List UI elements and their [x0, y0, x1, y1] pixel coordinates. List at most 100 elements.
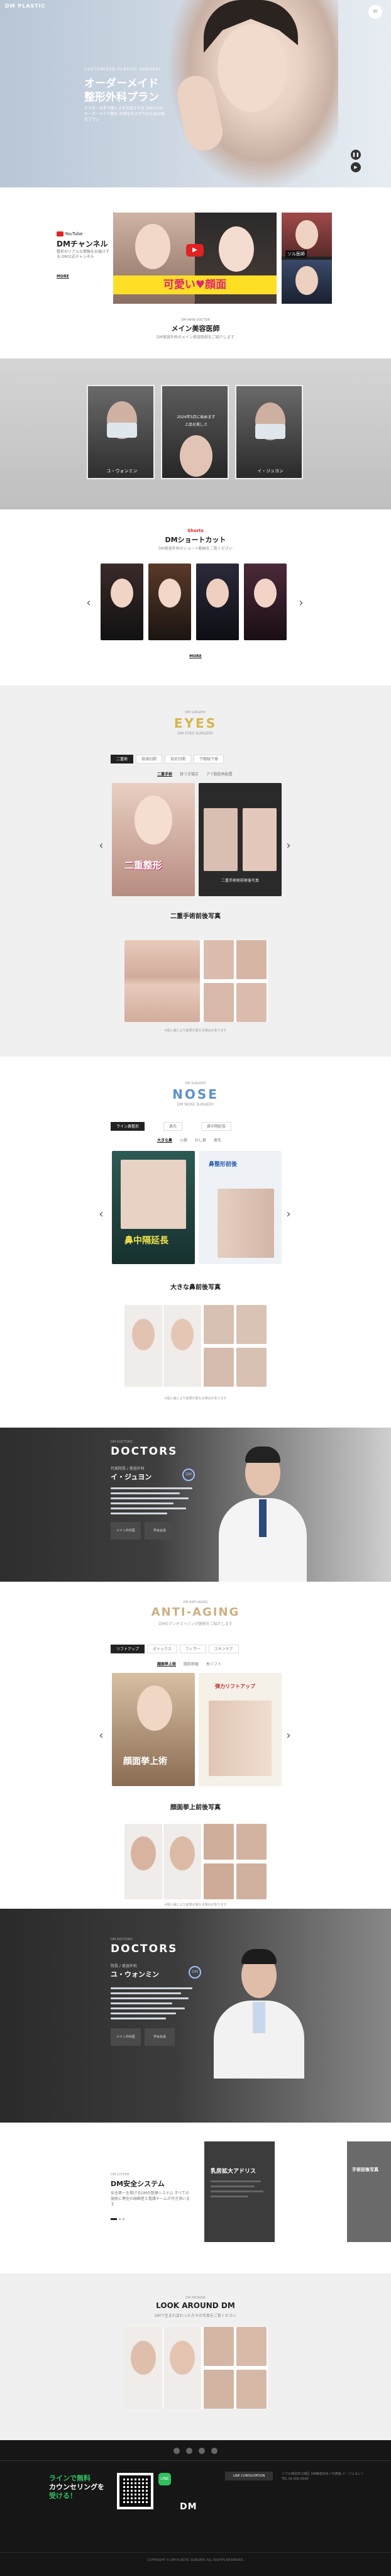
side-thumb-face-top [295, 220, 318, 249]
instagram-icon[interactable] [186, 2448, 192, 2454]
blog-icon[interactable] [211, 2448, 218, 2454]
eyes-subtab-1[interactable]: 二重手術 [157, 771, 172, 777]
career-line [111, 2002, 172, 2004]
eyes-card-1[interactable]: 二重整形 [112, 783, 195, 896]
anti-ba-side-1 [204, 1824, 234, 1860]
system-page-dot-active[interactable] [111, 2218, 117, 2220]
anti-tab-2[interactable]: ボトックス [147, 1645, 177, 1653]
short-thumb-2[interactable] [148, 564, 191, 640]
youtube-side-thumbnail[interactable]: ソル医師 [282, 213, 332, 304]
doctor2-badge-icon: DM [189, 1966, 201, 1979]
nose-tab-2[interactable]: 鼻先 [163, 1122, 183, 1131]
anti-card-2[interactable]: 弾力リフトアップ [199, 1673, 282, 1786]
anti-ba-grid [124, 1824, 268, 1899]
hero-eyebrow: CUSTOMIZED PLASTIC SURGERY [84, 67, 162, 72]
nose-tab-1[interactable]: ライン鼻整形 [111, 1122, 145, 1131]
anti-tab-3[interactable]: フィラー [179, 1645, 206, 1653]
doctor2-photo [209, 1934, 309, 2079]
twitter-icon[interactable] [199, 2448, 205, 2454]
doctor1-title: DOCTORS [111, 1445, 178, 1458]
footer-logo[interactable]: DM [180, 2502, 197, 2512]
hero-model-photo [168, 0, 338, 187]
footer-bottom-divider [0, 2552, 391, 2553]
shorts-logo: Shorts [187, 528, 204, 533]
system-doc-card-2[interactable]: 手術前後写真 [347, 2141, 391, 2242]
career-line [111, 1492, 180, 1494]
shorts-more-link[interactable]: MORE [0, 654, 391, 658]
doctor-card-3[interactable]: イ・ジュヨン [235, 385, 303, 479]
footer-contact-button[interactable]: LINE CONSULTATION [225, 2472, 273, 2480]
eyes-tab-4[interactable]: 下眼瞼下垂 [194, 755, 224, 763]
eyes-tab-1[interactable]: 二重術 [111, 755, 134, 763]
anti-tab-4[interactable]: スキンケア [208, 1645, 239, 1653]
lookaround-eyebrow: DM PROMISE [185, 2296, 206, 2300]
short-thumb-1[interactable] [101, 564, 143, 640]
nose-next-arrow[interactable]: › [282, 1208, 295, 1221]
eyes-tab-3[interactable]: 目尻切開 [165, 755, 192, 763]
eyes-prev-arrow[interactable]: ‹ [94, 839, 108, 853]
qr-pattern-icon [119, 2475, 151, 2507]
anti-next-arrow[interactable]: › [282, 1729, 295, 1743]
career-line [111, 2018, 166, 2019]
youtube-more-link[interactable]: MORE [57, 274, 69, 279]
short-thumb-3-face [206, 579, 229, 608]
system-title: DM安全システム [111, 2180, 165, 2188]
youtube-icon[interactable] [173, 2448, 180, 2454]
shorts-next-arrow[interactable]: › [294, 596, 308, 610]
system-doc-card-1[interactable]: 乳房拡大アドリス [204, 2141, 275, 2242]
eyes-card-2[interactable]: 二重手術術前術後写真 [199, 783, 282, 896]
doctor-card-1[interactable]: ユ・ウォンミン [87, 385, 155, 479]
line-chat-icon[interactable]: LINE [158, 2473, 171, 2485]
nose-card-2[interactable]: 鼻整形前後 [199, 1151, 282, 1264]
shorts-prev-arrow[interactable]: ‹ [82, 596, 96, 610]
nose-prev-arrow[interactable]: ‹ [94, 1208, 108, 1221]
eyes-subtab-3[interactable]: アイ脂肪再配置 [206, 771, 233, 777]
anti-subtab-1[interactable]: 顔面挙上術 [157, 1661, 176, 1667]
lookaround-after-face [170, 2341, 195, 2375]
doctor1-card-b: 学会会員 [145, 1522, 175, 1540]
nose-subtab-4[interactable]: 鼻先 [214, 1137, 221, 1143]
nose-tab-bar: ライン鼻整形 鼻先 鼻中隔延長 [111, 1122, 232, 1131]
nose-subtab-1[interactable]: 大きな鼻 [157, 1137, 172, 1143]
nose-subtab-3[interactable]: わし鼻 [195, 1137, 206, 1143]
nose-tab-3[interactable]: 鼻中隔延長 [201, 1122, 232, 1131]
anti-aging-section: DM ANTI-AGING ANTI-AGING DMのアンチエイジング施術をご… [0, 1582, 391, 1909]
system-page-dot[interactable] [123, 2218, 124, 2220]
system-page-dot[interactable] [119, 2218, 121, 2220]
anti-ba-title: 顔面挙上前後写真 [170, 1804, 221, 1811]
eyes-tab-bar: 二重術 目頭切開 目尻切開 下眼瞼下垂 [111, 755, 224, 763]
anti-eyebrow: DM ANTI-AGING [183, 1601, 208, 1604]
youtube-main-thumbnail[interactable]: 可愛い♥顔面 ▶ [113, 213, 277, 304]
site-logo[interactable]: DM PLASTIC [5, 3, 46, 9]
eyes-section: DM SURGERY EYES DM EYES SURGERY 二重術 目頭切開… [0, 686, 391, 1057]
hero-next-button[interactable]: ▶ [351, 162, 361, 172]
chat-icon[interactable]: ✉ [368, 5, 382, 19]
doctor2-hair [241, 1949, 277, 1964]
doctor-card-1-name: ユ・ウォンミン [106, 469, 138, 474]
nose-ba-note: ※個人差により結果が異なる場合があります [164, 1397, 227, 1401]
hero-desc: ドクターの手で美しさを完成させる DMだけのオーダーメイド整形 自然な仕上がりの… [84, 106, 165, 122]
short-thumb-3[interactable] [196, 564, 239, 640]
anti-subtab-2[interactable]: 脂肪移植 [184, 1661, 199, 1667]
system-section: DM SYSTEM DM安全システム 安全第一を掲げるDMの医療システム すべて… [0, 2123, 391, 2273]
eyes-subtab-2[interactable]: 目つき矯正 [180, 771, 199, 777]
nose-card-1[interactable]: 鼻中隔延長 [112, 1151, 195, 1264]
nose-subtab-2[interactable]: 小鼻 [180, 1137, 187, 1143]
doctor-card-2[interactable]: 2024年5月に始めます 上品な美しさ [161, 385, 229, 479]
anti-tab-1[interactable]: リフトアップ [111, 1645, 145, 1653]
anti-subtab-3[interactable]: 糸リフト [206, 1661, 221, 1667]
nose-ba-before [124, 1305, 162, 1387]
short-thumb-4[interactable] [244, 564, 287, 640]
anti-prev-arrow[interactable]: ‹ [94, 1729, 108, 1743]
line-qr-code[interactable] [117, 2473, 153, 2509]
doctor-card-2-sub: 上品な美しさ [184, 423, 207, 427]
hero-pause-button[interactable]: ❚❚ [351, 150, 361, 160]
system-pagination [111, 2218, 124, 2220]
doctor-video-section: ユ・ウォンミン 2024年5月に始めます 上品な美しさ イ・ジュヨン [0, 358, 391, 509]
eyes-card-2-before [204, 808, 238, 871]
eyes-tab-2[interactable]: 目頭切開 [136, 755, 163, 763]
short-thumb-1-face [111, 579, 133, 608]
anti-card-1[interactable]: 顔面挙上術 [112, 1673, 195, 1786]
eyes-next-arrow[interactable]: › [282, 839, 295, 853]
doctor2-eyebrow: DM DOCTORS [111, 1938, 133, 1941]
